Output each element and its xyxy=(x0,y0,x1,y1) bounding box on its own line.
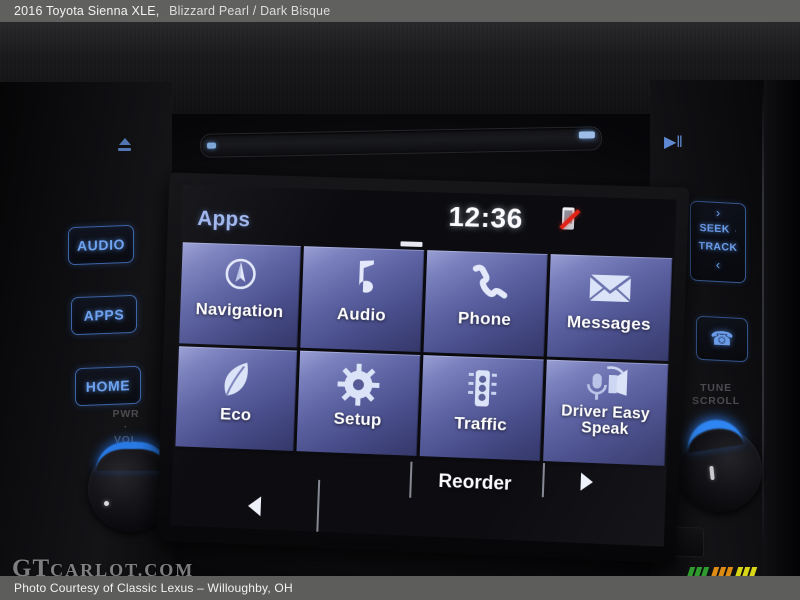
traffic-light-icon xyxy=(464,362,500,415)
audio-button[interactable]: AUDIO xyxy=(68,224,134,266)
dashboard-photo: ▶‖ AUDIO APPS HOME › SEEK · TRACK ‹ ☎ PW… xyxy=(0,22,800,576)
cd-strip: ▶‖ xyxy=(80,118,720,178)
app-tile-navigation[interactable]: Navigation xyxy=(179,242,302,348)
vehicle-title: 2016 Toyota Sienna XLE, xyxy=(14,4,160,18)
head-unit-bezel: Apps 12:36 Navigation Audio Phone Messag… xyxy=(156,172,690,564)
bottom-divider-mid xyxy=(409,461,413,498)
leaf-icon xyxy=(216,353,257,406)
phone-handset-icon: ☎ xyxy=(710,327,734,351)
play-pause-icon[interactable]: ▶‖ xyxy=(664,132,683,152)
seek-label: SEEK xyxy=(699,222,730,236)
app-tile-label: Setup xyxy=(333,408,382,430)
bottom-divider-right xyxy=(541,463,546,498)
apps-button[interactable]: APPS xyxy=(71,294,137,336)
app-tile-messages[interactable]: Messages xyxy=(546,254,673,361)
chevron-left-icon: ‹ xyxy=(715,256,721,273)
apps-button-label: APPS xyxy=(83,306,125,324)
watermark-suffix: CARLOT.COM xyxy=(50,560,195,576)
phone-disconnected-icon xyxy=(557,205,581,236)
envelope-icon xyxy=(586,261,635,315)
infotainment-screen[interactable]: Apps 12:36 Navigation Audio Phone Messag… xyxy=(170,184,677,547)
home-button-label: HOME xyxy=(85,377,131,395)
photo-courtesy-text: Photo Courtesy of Classic Lexus – Willou… xyxy=(14,581,293,595)
microphone-speaker-icon xyxy=(581,363,631,405)
bottom-divider-left xyxy=(316,479,321,532)
app-tile-label: Phone xyxy=(457,308,512,330)
app-tile-label: Driver Easy Speak xyxy=(560,401,651,439)
screen-bottom-bar: Reorder xyxy=(170,450,667,547)
pwr-label: PWR xyxy=(112,408,140,420)
reorder-button-label: Reorder xyxy=(437,470,512,495)
color-bars-logo xyxy=(681,567,800,576)
audio-button-label: AUDIO xyxy=(76,236,126,254)
app-tile-traffic[interactable]: Traffic xyxy=(419,354,544,461)
trim-seam xyxy=(762,82,764,552)
previous-page-arrow[interactable] xyxy=(230,490,278,522)
app-tile-label: Traffic xyxy=(454,412,508,434)
phone-icon xyxy=(463,257,509,311)
screenshot-root: 2016 Toyota Sienna XLE, Blizzard Pearl /… xyxy=(0,0,800,600)
app-tile-driver-easy-speak[interactable]: Driver Easy Speak xyxy=(542,359,669,466)
app-tile-label: Audio xyxy=(336,304,387,325)
pwr-vol-dot: · xyxy=(123,421,129,433)
gear-icon xyxy=(336,358,382,411)
app-tile-audio[interactable]: Audio xyxy=(300,246,424,352)
right-arrow-icon xyxy=(580,472,594,492)
app-tile-phone[interactable]: Phone xyxy=(423,250,548,356)
eject-icon[interactable] xyxy=(116,138,134,154)
page-title: Apps xyxy=(196,207,251,232)
site-watermark: GTCARLOT.COM xyxy=(12,555,194,576)
color-bar-orange xyxy=(705,567,734,576)
left-arrow-icon xyxy=(247,495,261,517)
seek-track-dot: · xyxy=(734,227,737,235)
volume-knob-indicator xyxy=(104,501,109,506)
app-tile-grid: Navigation Audio Phone Messages Eco Setu… xyxy=(173,242,674,466)
tune-label: TUNE xyxy=(700,382,732,394)
app-tile-label: Eco xyxy=(219,403,252,424)
next-page-arrow[interactable] xyxy=(562,466,612,498)
clock: 12:36 xyxy=(447,200,524,235)
app-tile-setup[interactable]: Setup xyxy=(296,350,420,456)
reorder-button[interactable]: Reorder xyxy=(419,464,531,503)
compass-icon xyxy=(218,249,263,302)
photo-courtesy-caption: Photo Courtesy of Classic Lexus – Willou… xyxy=(0,576,800,600)
eject-bar xyxy=(118,148,131,151)
home-button[interactable]: HOME xyxy=(75,365,141,407)
music-note-icon xyxy=(342,253,384,306)
cd-slot[interactable] xyxy=(199,126,603,158)
phone-hard-button[interactable]: ☎ xyxy=(696,315,748,363)
eject-triangle xyxy=(119,138,131,145)
vehicle-trim: Blizzard Pearl / Dark Bisque xyxy=(169,4,331,18)
app-tile-eco[interactable]: Eco xyxy=(175,345,298,451)
color-bar-yellow xyxy=(729,567,758,576)
chevron-right-icon: › xyxy=(715,204,721,221)
far-right-trim xyxy=(764,80,800,576)
tune-scroll-label: TUNE SCROLL xyxy=(684,382,748,408)
seek-track-button[interactable]: › SEEK · TRACK ‹ xyxy=(690,200,746,284)
page-indicator xyxy=(400,241,423,247)
watermark-prefix: GT xyxy=(12,555,51,576)
track-label: TRACK xyxy=(698,239,738,255)
vehicle-caption: 2016 Toyota Sienna XLE, Blizzard Pearl /… xyxy=(0,0,800,22)
app-tile-label: Messages xyxy=(566,312,652,335)
scroll-label: SCROLL xyxy=(692,395,740,407)
app-tile-label: Navigation xyxy=(195,299,284,322)
